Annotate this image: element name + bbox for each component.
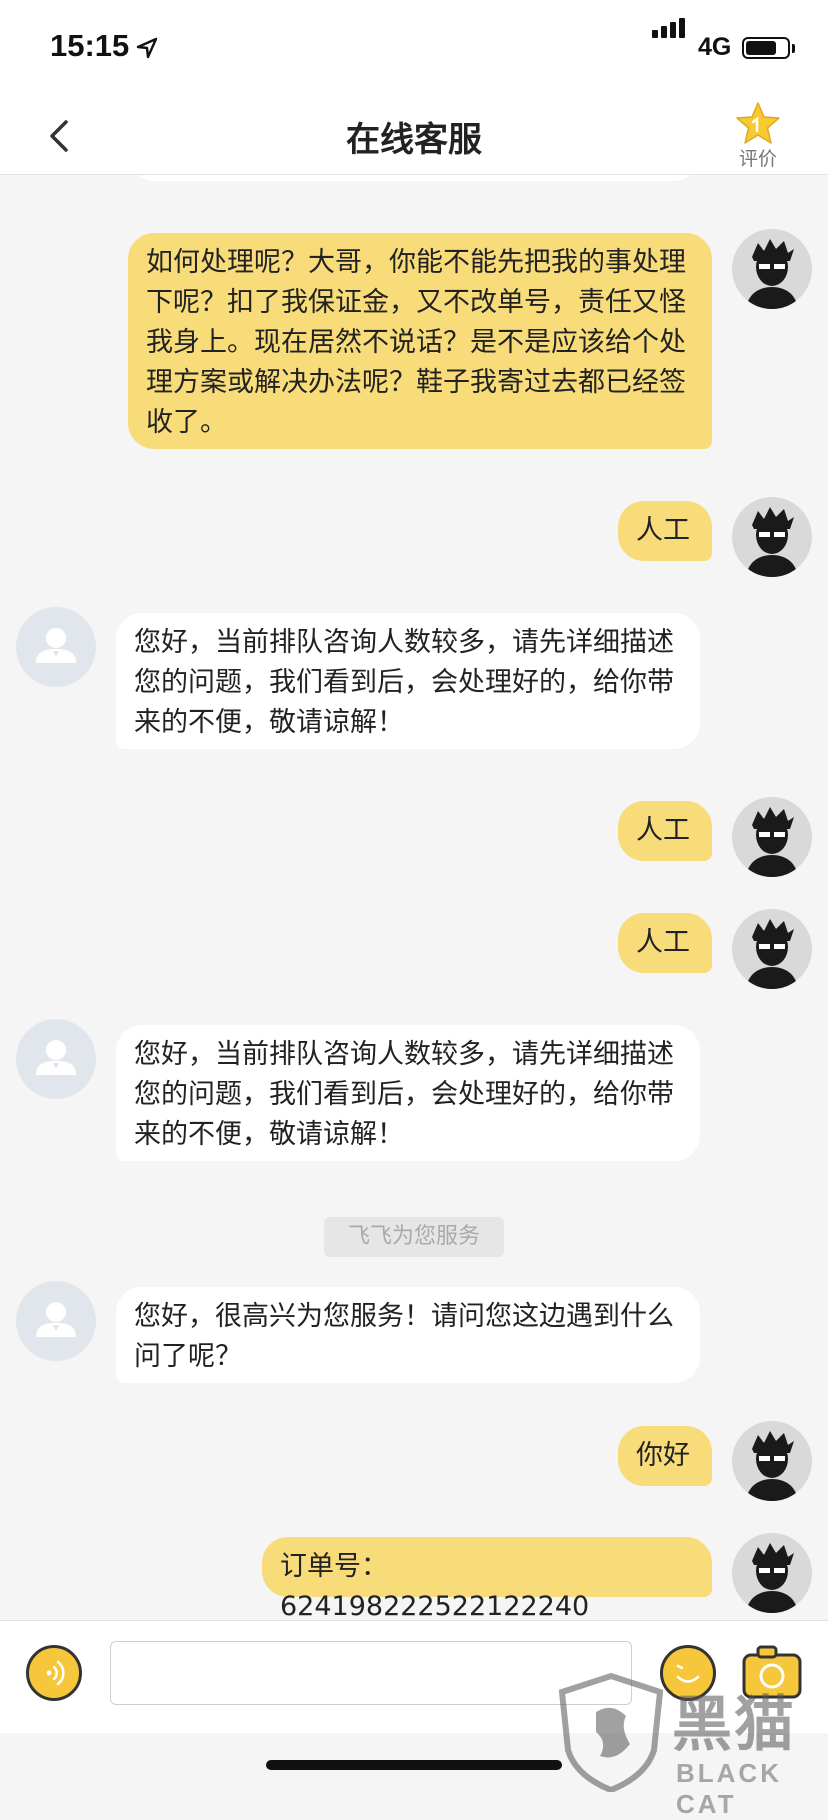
message-bubble-mine: 人工 [618,501,712,561]
user-avatar-icon [732,229,812,309]
watermark-subtext: BLACK CAT [676,1758,782,1819]
message-bubble-mine: 如何处理呢？大哥，你能不能先把我的事处理下呢？扣了我保证金，又不改单号，责任又怪… [128,233,712,449]
page-title: 在线客服 [346,120,482,160]
network-type: 4G [698,33,732,61]
message-bubble-agent: 您好，很高兴为您服务！请问您这边遇到什么问了呢？ [116,1287,700,1383]
agent-avatar [16,607,96,687]
agent-avatar [16,1019,96,1099]
voice-button[interactable] [26,1645,82,1701]
user-avatar-icon [732,797,812,877]
partial-message-bubble [128,175,700,181]
user-avatar[interactable] [732,229,812,309]
status-time: 15:15 [50,28,130,63]
status-bar: 15:15 4G [0,0,828,100]
message-bubble-agent: 您好，当前排队咨询人数较多，请先详细描述您的问题，我们看到后，会处理好的，给你带… [116,1025,700,1161]
person-icon [36,628,76,663]
user-avatar[interactable] [732,797,812,877]
message-bubble-mine: 人工 [618,801,712,861]
chat-area[interactable]: 如何处理呢？大哥，你能不能先把我的事处理下呢？扣了我保证金，又不改单号，责任又怪… [0,175,828,1620]
agent-avatar [16,1281,96,1361]
input-bar [0,1620,828,1733]
rate-label: 评价 [738,148,777,170]
rate-button[interactable]: 评价 [726,100,790,172]
user-avatar-icon [732,1533,812,1613]
battery-icon [742,37,790,59]
user-avatar-icon [732,497,812,577]
user-avatar[interactable] [732,1533,812,1613]
user-avatar-icon [732,909,812,989]
home-indicator[interactable] [266,1760,562,1770]
user-avatar-icon [732,1421,812,1501]
message-bubble-mine: 你好 [618,1426,712,1486]
user-avatar[interactable] [732,497,812,577]
person-icon [36,1302,76,1337]
system-notice: 飞飞为您服务 [324,1217,504,1257]
message-input[interactable] [110,1641,632,1705]
person-icon [36,1040,76,1075]
user-avatar[interactable] [732,909,812,989]
camera-icon[interactable] [742,1645,802,1699]
nav-header: 在线客服 评价 [0,100,828,175]
message-bubble-agent: 您好，当前排队咨询人数较多，请先详细描述您的问题，我们看到后，会处理好的，给你带… [116,613,700,749]
user-avatar[interactable] [732,1421,812,1501]
voice-icon [46,1660,65,1686]
message-bubble-mine: 订单号：624198222522122240 [262,1537,712,1620]
emoji-button[interactable] [660,1645,716,1701]
emoji-icon [676,1664,700,1683]
message-bubble-mine: 人工 [618,913,712,973]
star-icon [736,102,780,144]
location-arrow-icon [136,37,158,59]
